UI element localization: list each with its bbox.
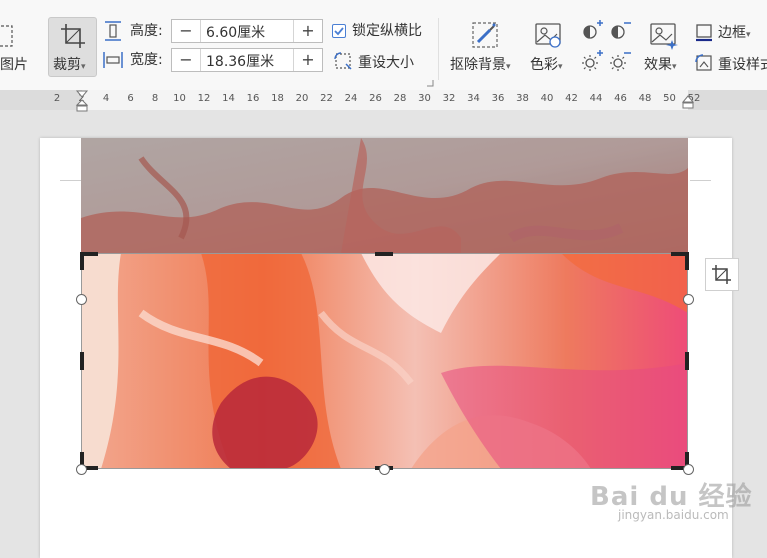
decrease-contrast-icon[interactable] (609, 20, 631, 42)
left-indent-marker-icon[interactable] (75, 90, 89, 112)
ruler-tick-label: 46 (614, 93, 627, 104)
ruler-tick-label: 6 (127, 93, 134, 104)
crop-icon (61, 24, 85, 48)
decrease-brightness-icon[interactable] (609, 50, 631, 72)
width-input[interactable]: 18.36厘米 (206, 51, 274, 71)
size-dialog-launcher-icon[interactable] (426, 79, 434, 87)
resize-handle-bottom-right[interactable] (683, 464, 694, 475)
ruler-tick-label: 20 (295, 93, 309, 104)
resize-handle-right[interactable] (683, 294, 694, 305)
height-label: 高度: (130, 23, 163, 39)
horizontal-ruler[interactable]: 2 2 4 6 8 10 12 14 16 18 20 22 24 26 28 30 32 34 36 38 40 42 4… (0, 90, 767, 112)
ruler-tick-label: 44 (589, 93, 603, 104)
resize-handle-left[interactable] (76, 294, 87, 305)
ruler-tick-label: 32 (442, 93, 456, 104)
effects-dropdown-icon[interactable]: ▾ (672, 62, 677, 72)
crop-label: 裁剪 (53, 57, 81, 73)
ruler-tick-label: 36 (491, 93, 505, 104)
ruler-tick-label: 4 (102, 93, 110, 104)
remove-background-label[interactable]: 抠除背景 (450, 57, 506, 73)
crop-icon (712, 265, 731, 284)
increase-contrast-icon[interactable] (581, 20, 603, 42)
remove-background-dropdown-icon[interactable]: ▾ (506, 62, 511, 72)
ruler-tick-label: 48 (638, 93, 652, 104)
margin-guide-left (60, 180, 81, 181)
lock-ratio-label[interactable]: 锁定纵横比 (352, 22, 422, 40)
width-increase-button[interactable]: + (293, 49, 322, 71)
width-icon (103, 52, 123, 68)
height-input[interactable]: 6.60厘米 (206, 22, 265, 42)
ruler-tick-label: 2 (53, 93, 61, 104)
height-decrease-button[interactable]: − (172, 20, 201, 42)
ruler-tick-label: 42 (565, 93, 578, 104)
ruler-tick-label: 50 (663, 93, 676, 104)
lock-ratio-checkbox[interactable] (332, 24, 346, 38)
height-stepper[interactable]: − 6.60厘米 + (171, 19, 323, 43)
width-label: 宽度: (130, 52, 163, 68)
group-separator (438, 18, 439, 80)
height-increase-button[interactable]: + (293, 20, 322, 42)
ruler-tick-label: 16 (246, 93, 260, 104)
ruler-tick-label: 22 (320, 93, 333, 104)
reset-style-label[interactable]: 重设样式 (718, 56, 767, 74)
checkmark-icon (334, 27, 344, 36)
increase-brightness-icon[interactable] (581, 50, 603, 72)
reset-style-icon[interactable] (694, 53, 714, 73)
ruler-tick-label: 28 (393, 93, 407, 104)
crop-button[interactable]: 裁剪▾ (48, 17, 97, 77)
ruler-tick-label: 8 (151, 93, 159, 104)
reset-size-label[interactable]: 重设大小 (358, 54, 414, 72)
color-icon[interactable] (533, 20, 563, 50)
right-indent-marker-icon[interactable] (681, 94, 695, 110)
ruler-tick-label: 26 (369, 93, 382, 104)
margin-guide-right (690, 180, 711, 181)
width-decrease-button[interactable]: − (172, 49, 201, 71)
reset-size-icon[interactable] (333, 51, 353, 71)
floating-crop-button[interactable] (705, 258, 739, 291)
remove-background-icon[interactable] (470, 20, 500, 50)
ruler-tick-label: 14 (222, 93, 235, 104)
border-dropdown-icon[interactable]: ▾ (746, 30, 751, 40)
crop-handles[interactable] (76, 248, 693, 474)
crop-dropdown-icon[interactable]: ▾ (81, 62, 86, 72)
ruler-tick-label: 38 (516, 93, 529, 104)
height-icon (105, 21, 121, 41)
color-dropdown-icon[interactable]: ▾ (558, 62, 563, 72)
ruler-tick-label: 30 (418, 93, 431, 104)
resize-handle-bottom-center[interactable] (379, 464, 390, 475)
ruler-tick-label: 18 (271, 93, 284, 104)
ruler-tick-label: 10 (173, 93, 186, 104)
border-label[interactable]: 边框 (718, 25, 746, 41)
effects-icon[interactable] (648, 20, 680, 52)
border-icon[interactable] (694, 22, 714, 42)
effects-label[interactable]: 效果 (644, 57, 672, 73)
color-label[interactable]: 色彩 (530, 57, 558, 73)
resize-handle-bottom-left[interactable] (76, 464, 87, 475)
ruler-tick-label: 12 (197, 93, 211, 104)
picture-frame-icon[interactable] (0, 24, 16, 50)
ruler-tick-label: 40 (540, 93, 554, 104)
picture-label[interactable]: 图片 (0, 56, 28, 74)
ruler-tick-label: 24 (344, 93, 358, 104)
ruler-tick-label: 34 (467, 93, 480, 104)
cropped-area-image (81, 138, 688, 253)
watermark-url: jingyan.baidu.com (618, 508, 729, 522)
picture-tools-ribbon: 图片 裁剪▾ 高度: − 6.60厘米 + 宽度: − 18.36厘米 + 锁定… (0, 0, 767, 91)
width-stepper[interactable]: − 18.36厘米 + (171, 48, 323, 72)
